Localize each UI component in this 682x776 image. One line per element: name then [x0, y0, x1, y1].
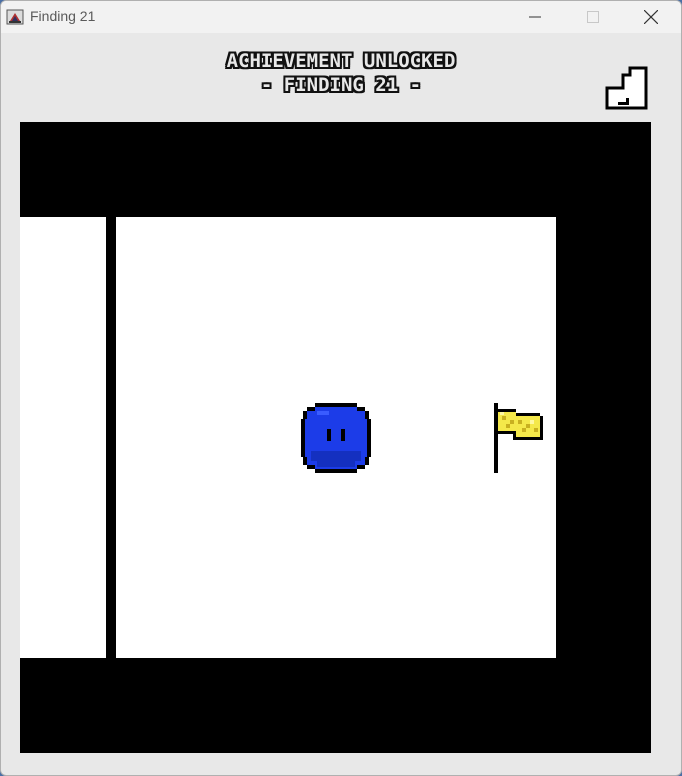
minimize-icon	[529, 16, 541, 18]
achievement-subtitle: - FINDING 21 -	[260, 74, 422, 96]
exit-door-icon	[605, 66, 648, 110]
java-cup-icon	[6, 9, 24, 25]
wall-barrier	[106, 217, 116, 658]
title-bar[interactable]: Finding 21	[1, 1, 681, 33]
achievement-title: ACHIEVEMENT UNLOCKED	[226, 50, 456, 72]
app-window: Finding 21 ACHIEVEMENT UNLOCKED - FINDIN…	[0, 0, 682, 776]
minimize-button[interactable]	[506, 1, 564, 33]
blue-blob-player-icon	[301, 403, 371, 473]
achievement-banner: ACHIEVEMENT UNLOCKED - FINDING 21 -	[1, 49, 681, 97]
room-floor	[20, 217, 556, 658]
exit-button[interactable]	[604, 65, 650, 111]
yellow-flag-icon	[494, 403, 543, 473]
close-button[interactable]	[622, 1, 680, 33]
close-icon	[644, 10, 658, 24]
window-title: Finding 21	[30, 8, 96, 24]
game-board[interactable]	[20, 122, 651, 753]
maximize-icon	[587, 11, 599, 23]
maximize-button[interactable]	[564, 1, 622, 33]
